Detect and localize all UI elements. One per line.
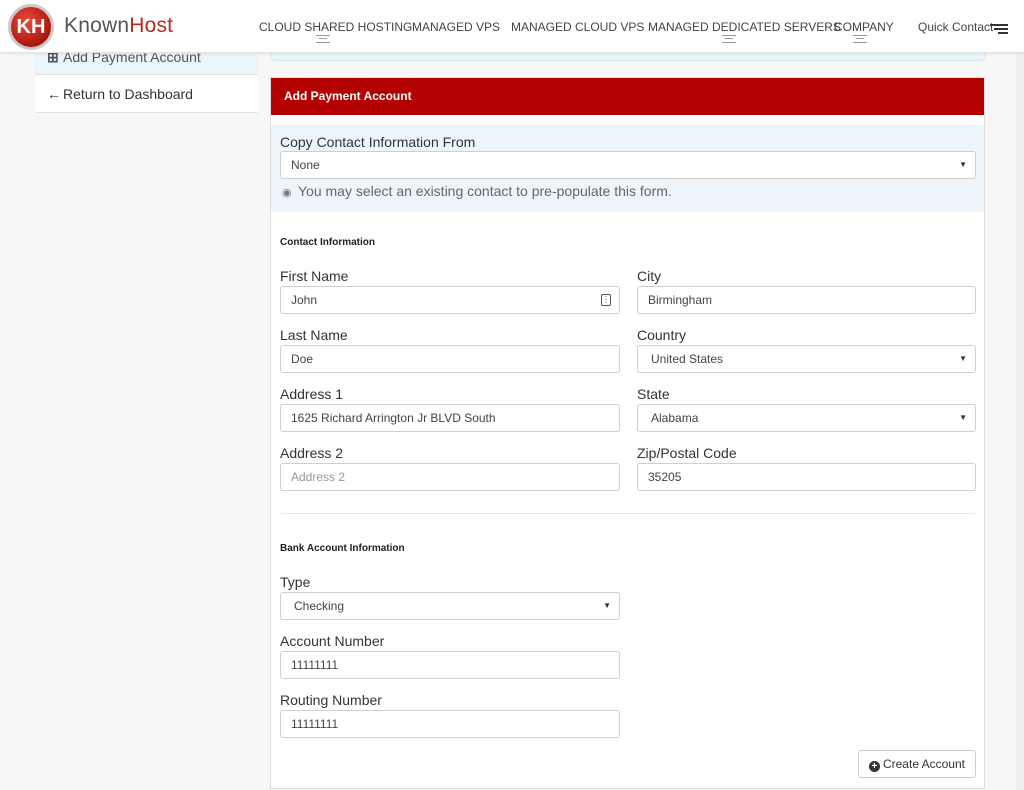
- brand-logo-text[interactable]: KnownHost: [64, 14, 173, 38]
- lightbulb-icon: ◉: [282, 187, 292, 199]
- last-name-label: Last Name: [280, 327, 348, 343]
- caret-down-icon: ▼: [603, 601, 611, 610]
- copy-contact-label: Copy Contact Information From: [280, 134, 476, 150]
- address2-input[interactable]: Address 2: [280, 463, 620, 491]
- copy-contact-hint: ◉ You may select an existing contact to p…: [282, 183, 672, 199]
- sidebar-item-return-dashboard[interactable]: ← Return to Dashboard: [35, 75, 258, 113]
- city-input[interactable]: Birmingham: [637, 286, 976, 314]
- first-name-value: John: [291, 293, 318, 307]
- country-value: United States: [651, 352, 724, 366]
- account-number-label: Account Number: [280, 633, 385, 649]
- address1-value: 1625 Richard Arrington Jr BLVD South: [291, 411, 496, 425]
- nav-managed-vps[interactable]: MANAGED VPS: [412, 20, 500, 34]
- zip-input[interactable]: 35205: [637, 463, 976, 491]
- address2-label: Address 2: [280, 445, 344, 461]
- routing-number-value: 11111111: [291, 717, 339, 731]
- dropdown-indicator-icon: [722, 35, 736, 43]
- last-name-value: Doe: [291, 352, 314, 366]
- type-label: Type: [280, 574, 311, 590]
- nav-managed-dedicated-servers[interactable]: MANAGED DEDICATED SERVERS: [648, 20, 841, 34]
- account-number-input[interactable]: 11111111: [280, 651, 620, 679]
- city-value: Birmingham: [648, 293, 713, 307]
- create-account-button[interactable]: + Create Account: [858, 750, 976, 778]
- nav-cloud-shared-hosting[interactable]: CLOUD SHARED HOSTING: [259, 20, 412, 34]
- caret-down-icon: ▼: [959, 354, 967, 363]
- menu-icon[interactable]: [990, 24, 1008, 36]
- state-value: Alabama: [651, 411, 699, 425]
- top-nav: KH KnownHost CLOUD SHARED HOSTING MANAGE…: [0, 0, 1024, 53]
- address2-placeholder: Address 2: [291, 470, 346, 484]
- sidebar-item-label: Return to Dashboard: [63, 86, 193, 102]
- zip-value: 35205: [648, 470, 682, 484]
- dropdown-indicator-icon: [853, 35, 867, 43]
- last-name-input[interactable]: Doe: [280, 345, 620, 373]
- nav-company[interactable]: COMPANY: [834, 20, 894, 34]
- caret-down-icon: ▼: [959, 413, 967, 422]
- brand-name-part2: Host: [129, 14, 174, 37]
- account-type-select[interactable]: Checking ▼: [280, 592, 620, 620]
- account-type-value: Checking: [294, 599, 345, 613]
- create-account-label: Create Account: [882, 757, 966, 771]
- city-label: City: [637, 268, 662, 284]
- copy-contact-block: Copy Contact Information From None ▼ ◉ Yo…: [271, 125, 984, 212]
- hint-text: You may select an existing contact to pr…: [298, 183, 672, 199]
- brand-name-part1: Known: [64, 14, 130, 37]
- zip-label: Zip/Postal Code: [637, 445, 737, 461]
- nav-managed-cloud-vps[interactable]: MANAGED CLOUD VPS: [511, 20, 644, 34]
- add-payment-panel: Add Payment Account Copy Contact Informa…: [270, 77, 985, 789]
- plus-circle-icon: +: [868, 761, 880, 772]
- copy-contact-select[interactable]: None ▼: [280, 151, 976, 179]
- account-number-value: 11111111: [291, 658, 339, 672]
- first-name-input[interactable]: John ⋮: [280, 286, 620, 314]
- routing-number-input[interactable]: 11111111: [280, 710, 620, 738]
- state-label: State: [637, 386, 670, 402]
- first-name-label: First Name: [280, 268, 349, 284]
- address1-label: Address 1: [280, 386, 344, 402]
- dropdown-indicator-icon: [316, 35, 330, 43]
- caret-down-icon: ▼: [959, 160, 967, 169]
- page-scrollbar[interactable]: [1016, 52, 1024, 790]
- panel-title: Add Payment Account: [271, 78, 984, 115]
- country-label: Country: [637, 327, 687, 343]
- routing-number-label: Routing Number: [280, 692, 382, 708]
- arrow-left-icon: ←: [47, 86, 61, 102]
- bank-info-heading: Bank Account Information: [280, 543, 405, 554]
- logo-icon[interactable]: KH: [8, 4, 54, 50]
- copy-contact-value: None: [291, 158, 320, 172]
- address1-input[interactable]: 1625 Richard Arrington Jr BLVD South: [280, 404, 620, 432]
- nav-quick-contact[interactable]: Quick Contact: [918, 20, 993, 34]
- section-divider: [281, 513, 975, 514]
- contact-info-heading: Contact Information: [280, 237, 375, 248]
- state-select[interactable]: Alabama ▼: [637, 404, 976, 432]
- country-select[interactable]: United States ▼: [637, 345, 976, 373]
- autofill-icon[interactable]: ⋮: [601, 294, 611, 306]
